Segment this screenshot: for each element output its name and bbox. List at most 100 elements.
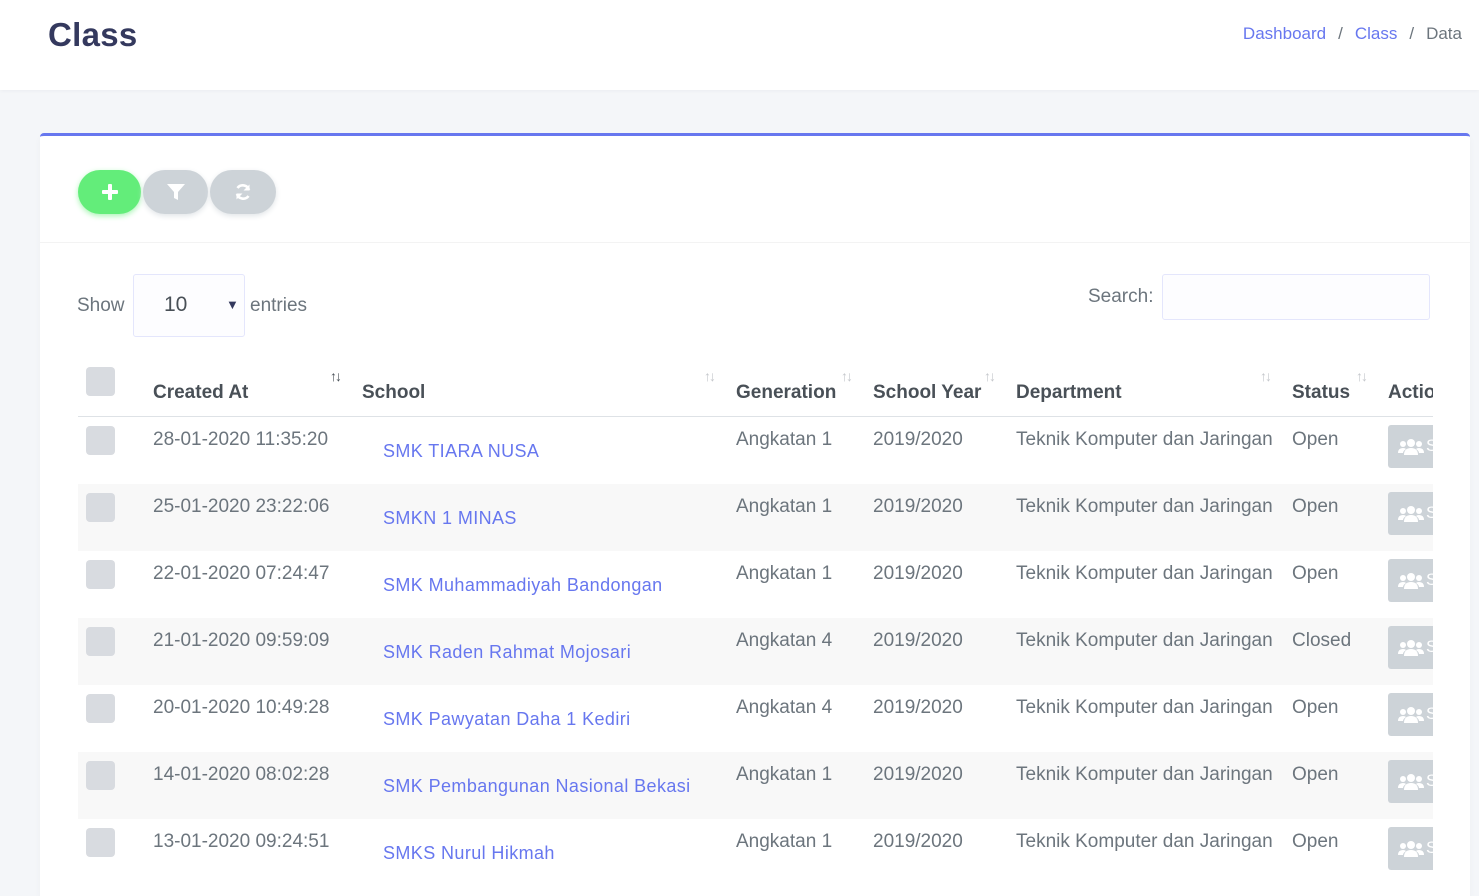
row-checkbox[interactable] — [86, 828, 115, 857]
cell-school[interactable]: SMK TIARA NUSA — [383, 441, 539, 462]
top-bar: Class Dashboard / Class / Data — [0, 0, 1479, 90]
column-header-action: Actio — [1388, 382, 1433, 403]
users-icon — [1398, 841, 1424, 857]
cell-created-at: 22-01-2020 07:24:47 — [153, 563, 330, 584]
cell-school[interactable]: SMK Pembangunan Nasional Bekasi — [383, 776, 691, 797]
breadcrumb-dashboard[interactable]: Dashboard — [1243, 24, 1326, 44]
students-action-button[interactable]: S — [1388, 425, 1433, 468]
cell-generation: Angkatan 1 — [736, 764, 833, 785]
column-header-school[interactable]: School — [362, 382, 425, 404]
cell-created-at: 21-01-2020 09:59:09 — [153, 630, 330, 651]
breadcrumb-class[interactable]: Class — [1355, 24, 1398, 44]
cell-status: Open — [1292, 429, 1339, 450]
refresh-icon — [235, 184, 251, 200]
cell-school[interactable]: SMKS Nurul Hikmah — [383, 843, 555, 864]
cell-generation: Angkatan 1 — [736, 496, 833, 517]
cell-school-year: 2019/2020 — [873, 764, 963, 785]
column-header-created-at[interactable]: Created At — [153, 382, 248, 404]
cell-created-at: 25-01-2020 23:22:06 — [153, 496, 330, 517]
column-header-school-year[interactable]: School Year — [873, 382, 981, 404]
cell-school-year: 2019/2020 — [873, 630, 963, 651]
page-title: Class — [48, 16, 138, 53]
sort-icon[interactable]: ↑↓ — [984, 368, 996, 384]
filter-button[interactable] — [143, 170, 208, 214]
sort-icon[interactable]: ↑↓ — [704, 368, 716, 384]
users-icon — [1398, 506, 1424, 522]
cell-department: Teknik Komputer dan Jaringan — [1016, 831, 1273, 852]
table-row: 21-01-2020 09:59:09 SMK Raden Rahmat Mojo… — [78, 618, 1433, 685]
table-row: 22-01-2020 07:24:47 SMK Muhammadiyah Band… — [78, 551, 1433, 618]
show-label: Show — [77, 295, 125, 316]
cell-generation: Angkatan 4 — [736, 630, 833, 651]
users-icon — [1398, 774, 1424, 790]
students-action-button[interactable]: S — [1388, 693, 1433, 736]
cell-status: Open — [1292, 496, 1339, 517]
cell-department: Teknik Komputer dan Jaringan — [1016, 429, 1273, 450]
cell-school-year: 2019/2020 — [873, 429, 963, 450]
students-action-button[interactable]: S — [1388, 827, 1433, 870]
entries-label: entries — [250, 295, 308, 316]
cell-created-at: 13-01-2020 09:24:51 — [153, 831, 330, 852]
add-button[interactable] — [78, 170, 141, 214]
cell-generation: Angkatan 1 — [736, 563, 833, 584]
action-button-label: S — [1426, 771, 1433, 791]
card-toolbar — [40, 136, 1470, 243]
filter-icon — [166, 184, 185, 200]
students-action-button[interactable]: S — [1388, 559, 1433, 602]
table-row: 20-01-2020 10:49:28 SMK Pawyatan Daha 1 K… — [78, 685, 1433, 752]
cell-generation: Angkatan 4 — [736, 697, 833, 718]
cell-created-at: 20-01-2020 10:49:28 — [153, 697, 330, 718]
cell-school-year: 2019/2020 — [873, 831, 963, 852]
cell-created-at: 14-01-2020 08:02:28 — [153, 764, 330, 785]
cell-school[interactable]: SMKN 1 MINAS — [383, 508, 517, 529]
sort-icon[interactable]: ↑↓ — [1356, 368, 1368, 384]
sort-icon[interactable]: ↑↓ — [330, 368, 342, 384]
students-action-button[interactable]: S — [1388, 760, 1433, 803]
action-button-label: S — [1426, 838, 1433, 858]
users-icon — [1398, 439, 1424, 455]
cell-department: Teknik Komputer dan Jaringan — [1016, 563, 1273, 584]
cell-school-year: 2019/2020 — [873, 496, 963, 517]
row-checkbox[interactable] — [86, 426, 115, 455]
cell-department: Teknik Komputer dan Jaringan — [1016, 764, 1273, 785]
entries-select[interactable]: 10 ▼ — [133, 274, 245, 337]
search-label: Search: — [1088, 286, 1154, 307]
action-button-label: S — [1426, 503, 1433, 523]
table-row: 28-01-2020 11:35:20 SMK TIARA NUSA Angkata… — [78, 417, 1433, 484]
select-all-checkbox[interactable] — [86, 367, 115, 396]
row-checkbox[interactable] — [86, 694, 115, 723]
cell-department: Teknik Komputer dan Jaringan — [1016, 496, 1273, 517]
users-icon — [1398, 640, 1424, 656]
table-row: 14-01-2020 08:02:28 SMK Pembangunan Nasio… — [78, 752, 1433, 819]
column-header-status[interactable]: Status — [1292, 382, 1350, 404]
sort-icon[interactable]: ↑↓ — [841, 368, 853, 384]
breadcrumb-current: Data — [1426, 24, 1462, 43]
table-row: 25-01-2020 23:22:06 SMKN 1 MINAS Angkatan … — [78, 484, 1433, 551]
row-checkbox[interactable] — [86, 627, 115, 656]
students-action-button[interactable]: S — [1388, 626, 1433, 669]
cell-department: Teknik Komputer dan Jaringan — [1016, 697, 1273, 718]
cell-department: Teknik Komputer dan Jaringan — [1016, 630, 1273, 651]
row-checkbox[interactable] — [86, 761, 115, 790]
row-checkbox[interactable] — [86, 493, 115, 522]
table-header: Created At ↑↓ School ↑↓ Generation ↑↓ Sc… — [78, 361, 1433, 417]
users-icon — [1398, 707, 1424, 723]
cell-status: Open — [1292, 764, 1339, 785]
breadcrumb-separator: / — [1409, 24, 1415, 43]
row-checkbox[interactable] — [86, 560, 115, 589]
cell-status: Open — [1292, 831, 1339, 852]
caret-down-icon: ▼ — [226, 297, 239, 312]
cell-generation: Angkatan 1 — [736, 429, 833, 450]
cell-school[interactable]: SMK Raden Rahmat Mojosari — [383, 642, 631, 663]
students-action-button[interactable]: S — [1388, 492, 1433, 535]
cell-school[interactable]: SMK Muhammadiyah Bandongan — [383, 575, 663, 596]
sort-icon[interactable]: ↑↓ — [1260, 368, 1272, 384]
action-button-label: S — [1426, 436, 1433, 456]
column-header-generation[interactable]: Generation — [736, 382, 836, 404]
column-header-department[interactable]: Department — [1016, 382, 1122, 404]
action-button-label: S — [1426, 637, 1433, 657]
search-input[interactable] — [1162, 274, 1430, 320]
refresh-button[interactable] — [210, 170, 276, 214]
entries-select-value: 10 — [164, 293, 188, 316]
cell-school[interactable]: SMK Pawyatan Daha 1 Kediri — [383, 709, 631, 730]
